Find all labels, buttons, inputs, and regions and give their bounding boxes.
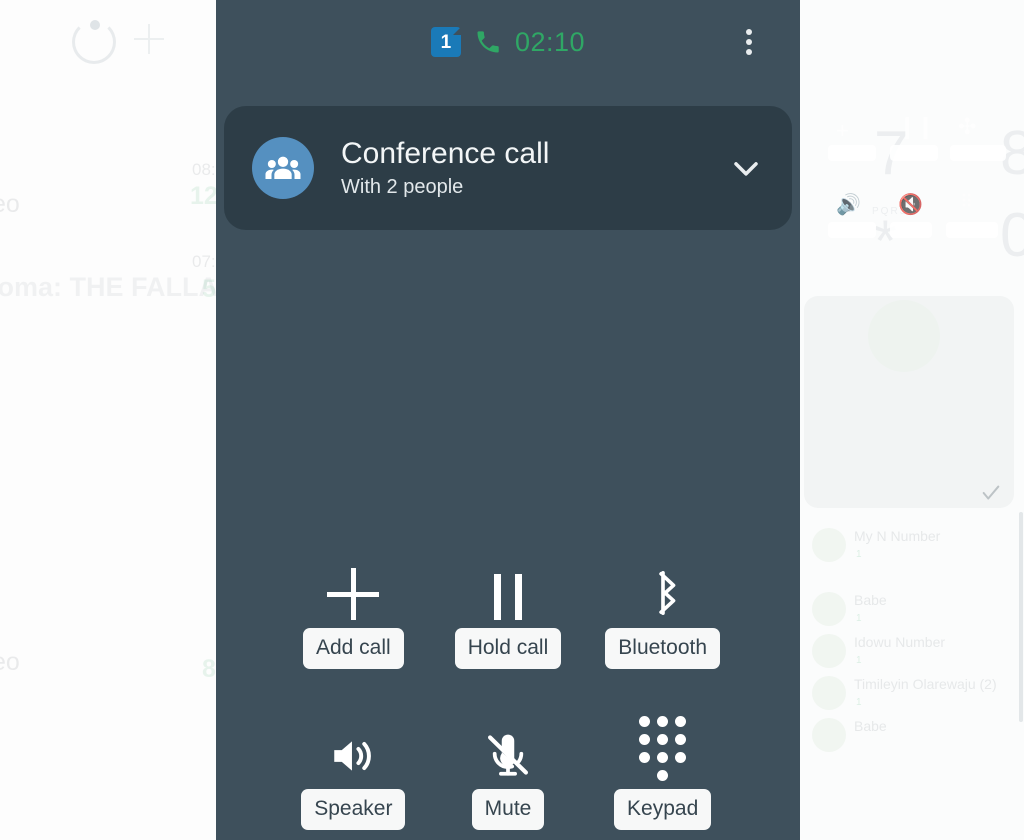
dialpad-icon (639, 716, 687, 781)
bg-dialpad-icon: ⠿ (960, 192, 974, 212)
keypad-label: Keypad (614, 789, 712, 830)
bg-left-text-0: eo (0, 190, 20, 218)
call-status-center: 1 02:10 (430, 26, 586, 58)
bg-avatar-circle (868, 300, 940, 372)
bg-label-bluetooth (950, 145, 1006, 161)
bg-label-keypad (946, 222, 998, 238)
keypad-button[interactable]: Keypad (593, 716, 733, 830)
speaker-button[interactable]: Speaker (283, 721, 423, 830)
call-actions-grid: Add call Hold call Bluetooth Speaker Mut… (276, 560, 740, 830)
pause-icon (493, 560, 522, 620)
mic-off-icon (483, 721, 533, 781)
in-call-overlay: 1 02:10 Conference call With 2 people Ad… (216, 0, 800, 840)
bg-left-badge-2: 8 (202, 655, 216, 683)
conference-call-subtitle: With 2 people (341, 176, 464, 199)
bg-dialpad-key-star: * (874, 209, 897, 274)
bg-list-item-4: Babe (804, 708, 1020, 764)
bg-left-badge-1: 5 (202, 275, 216, 303)
call-status-bar: 1 02:10 (216, 0, 800, 84)
bg-left-time-0: 08: (192, 160, 216, 179)
bg-list-badge-0: 1 (856, 549, 862, 560)
hold-call-label: Hold call (454, 628, 562, 669)
bg-list-badge-3: 1 (856, 697, 862, 708)
avatar (812, 634, 846, 668)
plus-icon (327, 560, 380, 620)
bg-list-badge-2: 1 (856, 655, 862, 666)
chevron-down-icon[interactable] (726, 148, 766, 188)
check-icon (982, 485, 1000, 500)
mute-button[interactable]: Mute (438, 721, 578, 830)
scrollbar[interactable] (1019, 512, 1023, 722)
phone-icon (477, 31, 499, 53)
group-people-icon (252, 137, 314, 199)
bluetooth-button[interactable]: Bluetooth (593, 560, 733, 669)
bg-add-icon: + (836, 118, 849, 143)
bg-list-name-2: Idowu Number (854, 634, 946, 650)
bg-list-name-4: Babe (854, 718, 887, 734)
conference-call-text: Conference call With 2 people (341, 137, 726, 200)
mute-label: Mute (471, 789, 545, 830)
speaker-icon (326, 721, 380, 781)
ring-dot-icon (90, 20, 100, 30)
bg-label-mute (890, 222, 932, 238)
bg-list-badge-1: 1 (856, 613, 862, 624)
bg-pause-icon: ❙❙ (898, 114, 935, 139)
bg-label-add-call (828, 145, 876, 161)
bg-left-time-1: 07: (192, 252, 216, 271)
avatar (812, 718, 846, 752)
add-call-label: Add call (302, 628, 404, 669)
avatar (812, 592, 846, 626)
conference-call-title: Conference call (341, 136, 550, 170)
bg-left-badge-0: 122 (190, 182, 216, 210)
bg-list-name-1: Babe (854, 592, 887, 608)
conference-call-card[interactable]: Conference call With 2 people (224, 106, 792, 230)
avatar (812, 676, 846, 710)
bg-mic-off-icon: 🔇 (898, 194, 923, 216)
background-right-pane: 7 8 PQRS * 0 + ❙❙ ✣ 🔊 🔇 ⠿ My N (800, 0, 1024, 840)
bg-list-name-3: Timileyin Olarewaju (2) (854, 676, 997, 692)
speaker-label: Speaker (301, 789, 406, 830)
bg-speaker-icon: 🔊 (836, 194, 861, 216)
avatar (812, 528, 846, 562)
background-left-pane: eo ioma: THE FALLA... eo 08: 07: 122 5 8 (0, 0, 216, 840)
bg-left-text-2: eo (0, 648, 20, 676)
bg-label-hold-call (890, 145, 938, 161)
bg-label-speaker (828, 222, 876, 238)
bg-list-name-0: My N Number (854, 528, 941, 544)
bg-left-text-1: ioma: THE FALLA... (0, 272, 216, 302)
hold-call-button[interactable]: Hold call (438, 560, 578, 669)
bg-bluetooth-icon: ✣ (958, 114, 977, 139)
sim-1-badge: 1 (430, 27, 461, 57)
bluetooth-icon (640, 560, 686, 620)
add-icon (134, 24, 164, 54)
bg-list-item-0: My N Number 1 (804, 518, 1020, 574)
more-vertical-icon[interactable] (736, 25, 762, 59)
call-timer: 02:10 (514, 26, 586, 57)
add-call-button[interactable]: Add call (283, 560, 423, 669)
phone-call-screen: eo ioma: THE FALLA... eo 08: 07: 122 5 8… (0, 0, 1024, 840)
bg-dialpad-key-0: 0 (1000, 201, 1024, 270)
bluetooth-label: Bluetooth (605, 628, 721, 669)
